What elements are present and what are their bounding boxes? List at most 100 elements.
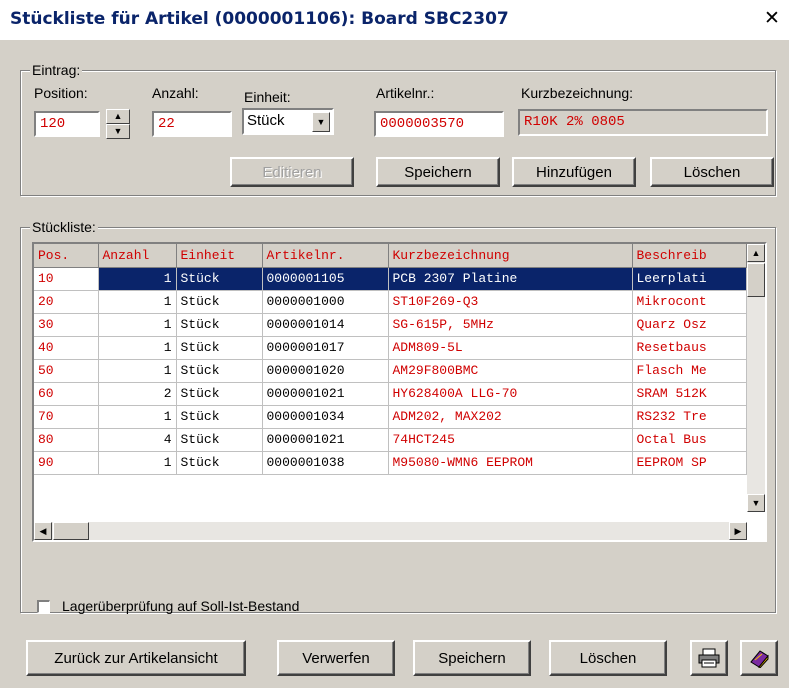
stock-check-checkbox[interactable]: [37, 600, 50, 613]
table-cell: Resetbaus: [632, 336, 747, 360]
table-cell: 90: [34, 451, 99, 475]
table-cell: 0000001105: [262, 267, 389, 291]
table-row[interactable]: 60 2 Stück 0000001021 HY628400A LLG-70 SRAM 5…: [34, 382, 747, 406]
scroll-down-icon[interactable]: ▼: [747, 494, 765, 512]
column-header[interactable]: Kurzbezeichnung: [388, 244, 633, 268]
entry-delete-button[interactable]: Löschen: [650, 157, 774, 187]
table-cell: 10: [34, 267, 99, 291]
table-cell: AM29F800BMC: [388, 359, 633, 383]
table-cell: 4: [98, 428, 177, 452]
table-cell: RS232 Tre: [632, 405, 747, 429]
table-cell: Mikrocont: [632, 290, 747, 314]
scroll-up-icon[interactable]: ▲: [747, 244, 765, 262]
back-to-article-button[interactable]: Zurück zur Artikelansicht: [26, 640, 246, 676]
save-button[interactable]: Speichern: [413, 640, 531, 676]
print-button[interactable]: [690, 640, 728, 676]
table-cell: 60: [34, 382, 99, 406]
stock-check-label: Lagerüberprüfung auf Soll-Ist-Bestand: [62, 598, 300, 614]
add-button[interactable]: Hinzufügen: [512, 157, 636, 187]
horizontal-scroll-thumb[interactable]: [53, 522, 89, 540]
table-row[interactable]: 10 1 Stück 0000001105 PCB 2307 Platine Leerpl…: [34, 267, 747, 291]
table-row[interactable]: 70 1 Stück 0000001034 ADM202, MAX202 RS232 Tr…: [34, 405, 747, 429]
quantity-label: Anzahl:: [152, 85, 199, 101]
table-cell: EEPROM SP: [632, 451, 747, 475]
position-input[interactable]: [36, 113, 98, 135]
bom-table[interactable]: Pos. Anzahl Einheit Artikelnr. Kurzbezeichnu…: [32, 242, 767, 542]
spin-down-icon[interactable]: ▼: [106, 124, 130, 139]
dropdown-arrow-icon[interactable]: ▼: [312, 112, 330, 132]
vertical-scrollbar[interactable]: ▲ ▼: [747, 244, 765, 512]
table-row[interactable]: 90 1 Stück 0000001038 M95080-WMN6 EEPROM EEPR…: [34, 451, 747, 475]
quantity-input[interactable]: [154, 113, 230, 135]
short-label: Kurzbezeichnung:: [521, 85, 634, 101]
window-title: Stückliste für Artikel (0000001106): Boa…: [10, 9, 509, 29]
help-button[interactable]: [740, 640, 778, 676]
table-row[interactable]: 80 4 Stück 0000001021 74HCT245 Octal Bus: [34, 428, 747, 452]
table-cell: Quarz Osz: [632, 313, 747, 337]
position-field[interactable]: [34, 111, 100, 137]
list-group-label: Stückliste:: [30, 219, 98, 235]
table-cell: Stück: [176, 359, 263, 383]
unit-select[interactable]: Stück ▼: [242, 108, 334, 135]
table-row[interactable]: 40 1 Stück 0000001017 ADM809-5L Resetbaus: [34, 336, 747, 360]
scroll-left-icon[interactable]: ◀: [34, 522, 52, 540]
table-cell: M95080-WMN6 EEPROM: [388, 451, 633, 475]
table-cell: 50: [34, 359, 99, 383]
table-cell: ADM202, MAX202: [388, 405, 633, 429]
table-cell: 80: [34, 428, 99, 452]
table-cell: SRAM 512K: [632, 382, 747, 406]
table-cell: 1: [98, 359, 177, 383]
column-header[interactable]: Pos.: [34, 244, 99, 268]
entry-save-button[interactable]: Speichern: [376, 157, 500, 187]
title-bar: Stückliste für Artikel (0000001106): Boa…: [0, 0, 789, 40]
table-row[interactable]: 50 1 Stück 0000001020 AM29F800BMC Flasch Me: [34, 359, 747, 383]
table-cell: 0000001034: [262, 405, 389, 429]
book-icon: [750, 650, 769, 668]
table-cell: HY628400A LLG-70: [388, 382, 633, 406]
spin-up-icon[interactable]: ▲: [106, 109, 130, 124]
edit-button[interactable]: Editieren: [230, 157, 354, 187]
table-cell: ADM809-5L: [388, 336, 633, 360]
discard-button[interactable]: Verwerfen: [277, 640, 395, 676]
article-input[interactable]: [376, 113, 502, 135]
table-cell: Flasch Me: [632, 359, 747, 383]
close-icon[interactable]: ✕: [761, 7, 783, 29]
horizontal-scrollbar[interactable]: ◀ ▶: [34, 522, 747, 540]
table-cell: Stück: [176, 405, 263, 429]
column-header[interactable]: Anzahl: [98, 244, 177, 268]
table-cell: 70: [34, 405, 99, 429]
table-cell: 1: [98, 451, 177, 475]
position-label: Position:: [34, 85, 88, 101]
column-header[interactable]: Einheit: [176, 244, 263, 268]
table-row[interactable]: 20 1 Stück 0000001000 ST10F269-Q3 Mikrocont: [34, 290, 747, 314]
table-cell: 2: [98, 382, 177, 406]
table-row[interactable]: 30 1 Stück 0000001014 SG-615P, 5MHz Quarz Osz: [34, 313, 747, 337]
table-cell: Stück: [176, 336, 263, 360]
table-cell: Stück: [176, 382, 263, 406]
table-cell: 0000001021: [262, 382, 389, 406]
table-cell: 0000001000: [262, 290, 389, 314]
short-value: R10K 2% 0805: [524, 114, 625, 130]
scroll-right-icon[interactable]: ▶: [729, 522, 747, 540]
position-spinner[interactable]: ▲ ▼: [106, 109, 130, 139]
table-cell: Leerplati: [632, 267, 747, 291]
table-cell: 40: [34, 336, 99, 360]
table-cell: 1: [98, 290, 177, 314]
quantity-field[interactable]: [152, 111, 232, 137]
table-cell: 0000001020: [262, 359, 389, 383]
table-cell: SG-615P, 5MHz: [388, 313, 633, 337]
vertical-scroll-thumb[interactable]: [747, 263, 765, 297]
column-header[interactable]: Beschreib: [632, 244, 747, 268]
entry-group-label: Eintrag:: [30, 62, 83, 78]
article-label: Artikelnr.:: [376, 85, 435, 101]
table-cell: Octal Bus: [632, 428, 747, 452]
table-cell: Stück: [176, 267, 263, 291]
delete-button[interactable]: Löschen: [549, 640, 667, 676]
column-header[interactable]: Artikelnr.: [262, 244, 389, 268]
table-cell: PCB 2307 Platine: [388, 267, 633, 291]
article-field[interactable]: [374, 111, 504, 137]
table-cell: 0000001014: [262, 313, 389, 337]
table-cell: 74HCT245: [388, 428, 633, 452]
table-cell: 1: [98, 313, 177, 337]
bom-grid: Pos. Anzahl Einheit Artikelnr. Kurzbezeichnu…: [34, 244, 747, 475]
